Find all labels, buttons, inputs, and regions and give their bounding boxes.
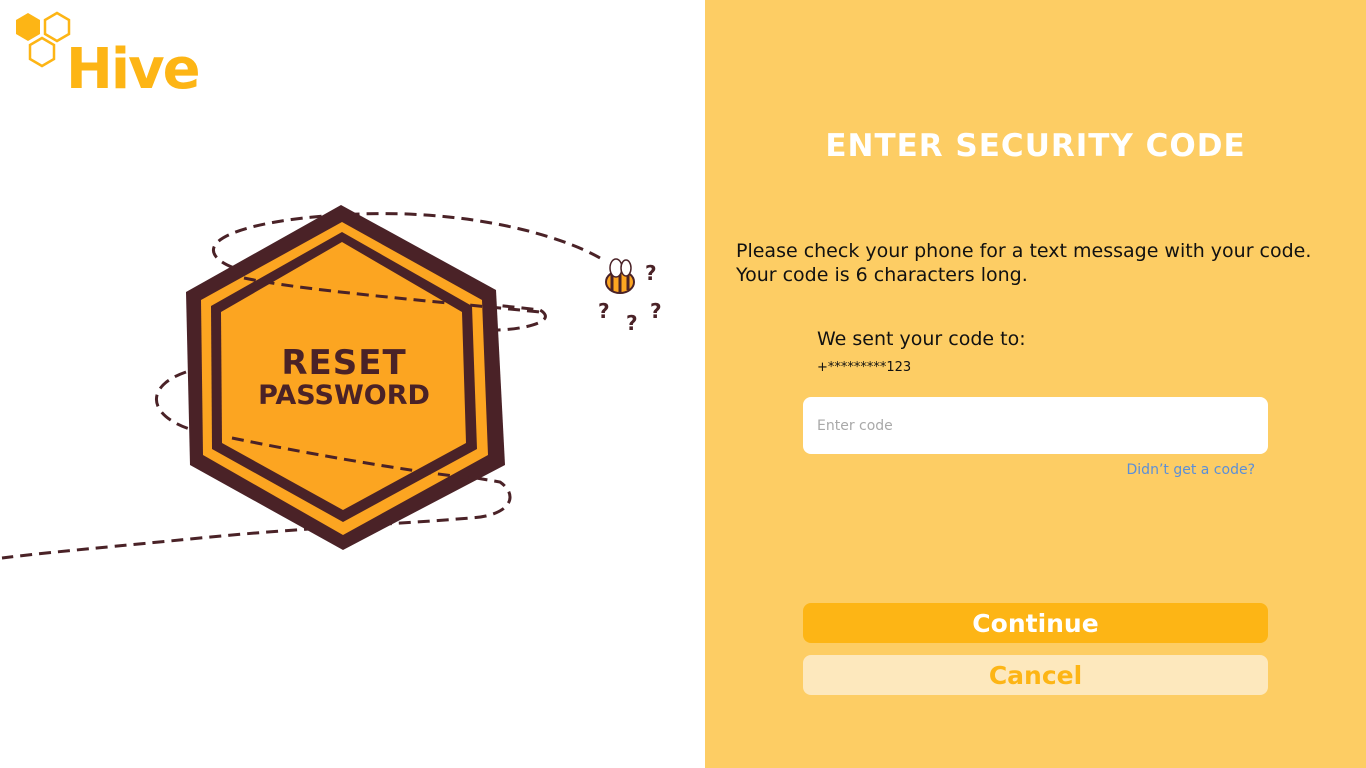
masked-phone-number: +*********123: [817, 360, 912, 375]
reset-password-line2: PASSWORD: [258, 380, 430, 411]
reset-password-line1: RESET: [281, 343, 407, 383]
instructions-text: Please check your phone for a text messa…: [736, 239, 1346, 287]
security-code-input[interactable]: [803, 397, 1268, 454]
svg-text:?: ?: [650, 299, 662, 323]
page-title: ENTER SECURITY CODE: [825, 128, 1246, 164]
illustration-panel: Hive ? ? ? ? RESET PASSWORD: [0, 0, 705, 768]
bee-icon: [605, 258, 635, 294]
hive-wordmark: Hive: [66, 37, 201, 102]
svg-text:?: ?: [598, 299, 610, 323]
sent-to-label: We sent your code to:: [817, 328, 1026, 350]
reset-password-title: RESET PASSWORD: [186, 346, 502, 409]
hive-logo: Hive: [12, 10, 212, 100]
svg-text:?: ?: [626, 311, 638, 335]
security-code-panel: [705, 0, 1366, 768]
reset-password-page: Hive ? ? ? ? RESET PASSWORD ENTER SECURI…: [0, 0, 1366, 768]
resend-code-link[interactable]: Didn’t get a code?: [1090, 462, 1255, 478]
svg-text:?: ?: [645, 261, 657, 285]
continue-button[interactable]: Continue: [803, 603, 1268, 643]
cancel-button[interactable]: Cancel: [803, 655, 1268, 695]
instruction-line-1: Please check your phone for a text messa…: [736, 240, 1312, 262]
instruction-line-2: Your code is 6 characters long.: [736, 264, 1028, 286]
